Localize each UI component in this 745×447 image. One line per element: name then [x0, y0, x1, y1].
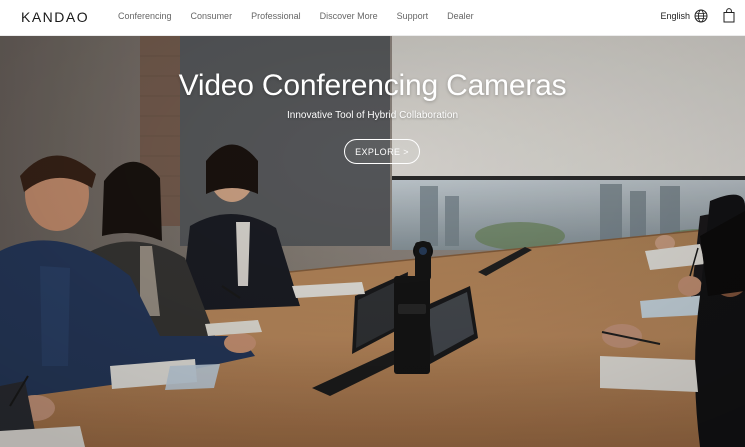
shopping-bag-icon[interactable] [723, 8, 735, 23]
nav-item-professional[interactable]: Professional [251, 11, 301, 21]
language-selector[interactable]: English [660, 11, 690, 21]
nav-item-consumer[interactable]: Consumer [191, 11, 233, 21]
hero-banner: Video Conferencing Cameras Innovative To… [0, 36, 745, 447]
hero-title: Video Conferencing Cameras [178, 69, 567, 102]
nav-item-discover-more[interactable]: Discover More [320, 11, 378, 21]
main-menu: Conferencing Consumer Professional Disco… [118, 11, 493, 21]
nav-item-conferencing[interactable]: Conferencing [118, 11, 172, 21]
explore-button[interactable]: EXPLORE > [344, 139, 420, 164]
brand-logo[interactable]: KANDAO [21, 9, 89, 25]
nav-tools: English [660, 8, 735, 23]
top-navigation-bar: KANDAO Conferencing Consumer Professiona… [0, 0, 745, 36]
nav-item-support[interactable]: Support [397, 11, 429, 21]
hero-subtitle: Innovative Tool of Hybrid Collaboration [286, 110, 459, 121]
nav-item-dealer[interactable]: Dealer [447, 11, 474, 21]
globe-icon[interactable] [694, 9, 708, 23]
